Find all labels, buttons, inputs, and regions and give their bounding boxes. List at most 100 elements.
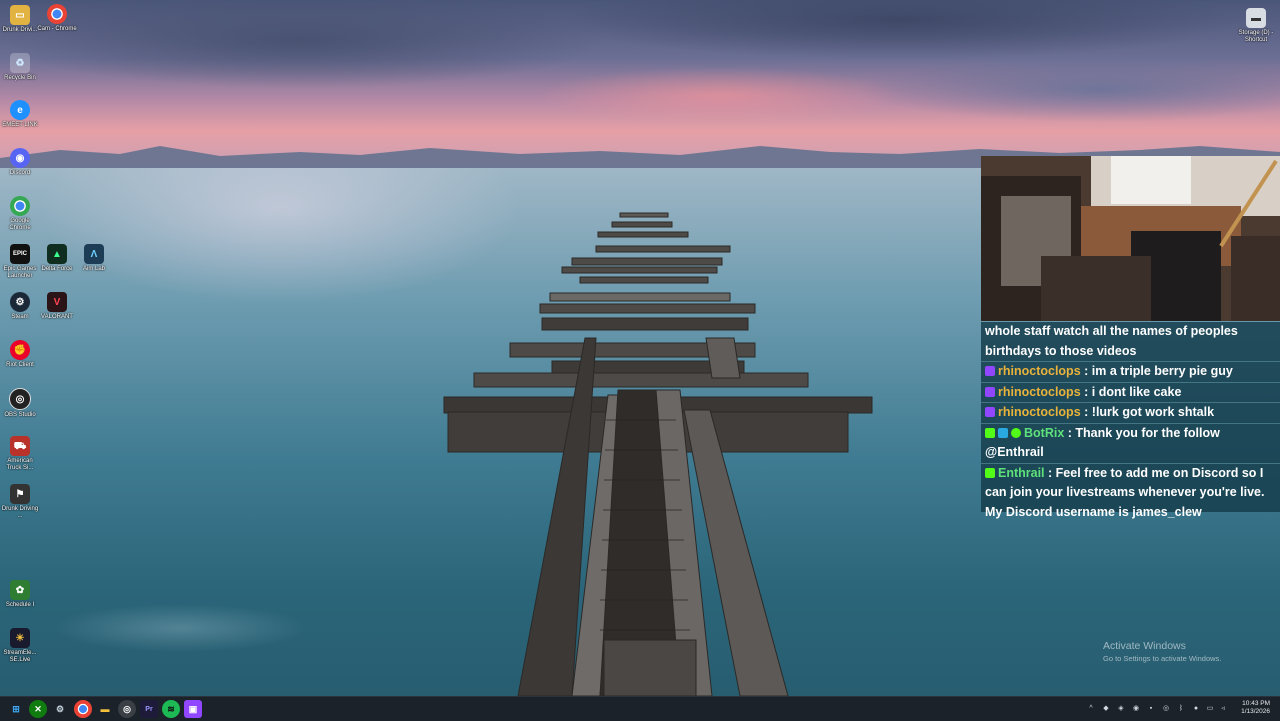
tray-app-icon[interactable]: ◎ [1162, 705, 1170, 713]
chat-message: rhinoctoclops : im a triple berry pie gu… [981, 362, 1280, 383]
desktop-icon-epic-games[interactable]: EPIC Epic Games Launcher [0, 244, 40, 280]
desktop-icon-riot-client[interactable]: ✊ Riot Client [0, 340, 40, 369]
recycle-bin-icon: ♻ [10, 53, 30, 73]
desktop-icon-label: OBS Studio [4, 412, 36, 418]
desktop-icon-label: Recycle Bin [4, 75, 36, 81]
desktop-icon-american-truck[interactable]: ⛟ American Truck Si... [0, 436, 40, 472]
twitch-icon [985, 386, 995, 397]
desktop-icon-schedule-i[interactable]: ✿ Schedule I [0, 580, 40, 609]
kick-icon [985, 427, 995, 438]
desktop-icon-streamelements[interactable]: ☀ StreamEle... SE.Live [0, 628, 40, 664]
spotify-icon[interactable]: ≋ [162, 700, 180, 718]
premiere-pro-icon[interactable]: Pr [140, 700, 158, 718]
desktop-icon-label: Google Chrome [9, 218, 31, 231]
valorant-icon: V [47, 292, 67, 312]
truck-icon: ⛟ [10, 436, 30, 456]
desktop-icon-aim-lab[interactable]: Λ Aim Lab [74, 244, 114, 273]
chat-message-text: : i dont like cake [1084, 384, 1182, 399]
xbox-icon[interactable]: ✕ [29, 700, 47, 718]
chat-username: rhinoctoclops [998, 364, 1081, 378]
volume-icon[interactable]: ◃ [1219, 705, 1227, 713]
chrome-icon [10, 196, 30, 216]
file-explorer-icon[interactable]: ▬ [96, 700, 114, 718]
chat-message: rhinoctoclops : !lurk got work shtalk [981, 403, 1280, 424]
emeet-icon: e [10, 100, 30, 120]
twitch-icon[interactable]: ▣ [184, 700, 202, 718]
chrome-icon[interactable] [74, 700, 92, 718]
twitch-icon [985, 366, 995, 376]
chat-username: BotRix [1024, 425, 1065, 440]
chat-message: rhinoctoclops : i dont like cake [981, 383, 1280, 403]
network-icon[interactable]: ▭ [1206, 705, 1214, 713]
chat-message: BotRix : Thank you for the follow @Enthr… [981, 424, 1280, 464]
chat-username: Enthrail [998, 465, 1045, 480]
desktop-icon-label: Steam [11, 314, 29, 320]
desktop-icon-google-chrome[interactable]: Google Chrome [0, 196, 40, 232]
desktop-icon-label: Riot Client [6, 362, 34, 368]
desktop-icon-label: Epic Games Launcher [3, 266, 37, 279]
desktop-icon-label: Schedule I [5, 602, 35, 608]
desktop-icon-delta-force[interactable]: ▲ Delta Force [37, 244, 77, 273]
desktop-icon-steam[interactable]: ⚙ Steam [0, 292, 40, 321]
tray-app-icon[interactable]: ▪ [1147, 705, 1155, 713]
desktop-icon-label: Storage (D) - Shortcut [1238, 30, 1274, 43]
desktop-icon-drunk-driving[interactable]: ⚑ Drunk Driving ... [0, 484, 40, 520]
desktop-icon-storage-shortcut[interactable]: ▬ Storage (D) - Shortcut [1236, 8, 1276, 44]
steam-icon[interactable]: ⚙ [51, 700, 69, 718]
desktop-icon-label: StreamEle... SE.Live [3, 650, 37, 663]
desktop-icon-label: Drunk Driving ... [1, 506, 39, 519]
desktop-icon-label: Delta Force [41, 266, 73, 272]
tray-app-icon[interactable]: ◉ [1132, 705, 1140, 713]
desktop-icon-cam-chrome[interactable]: Cam - Chrome [37, 4, 77, 33]
desktop-icon-label: Drunk Drivi... [2, 27, 38, 33]
chat-message-text: : !lurk got work shtalk [1084, 405, 1215, 419]
desktop-icon-label: EMEET LINK [2, 122, 38, 128]
folder-icon: ▭ [10, 5, 30, 25]
drunk-driving-icon: ⚑ [10, 484, 30, 504]
schedule-i-icon: ✿ [10, 580, 30, 600]
desktop-icon-label: Discord [9, 170, 31, 176]
drive-icon: ▬ [1246, 8, 1266, 28]
windows-start-icon[interactable]: ⊞ [7, 700, 25, 718]
steam-icon: ⚙ [10, 292, 30, 312]
bluetooth-icon[interactable]: ᛒ [1177, 705, 1185, 713]
show-hidden-icons-chevron-icon[interactable]: ^ [1087, 705, 1095, 713]
desktop-icon-valorant[interactable]: V VALORANT [37, 292, 77, 321]
clock-time: 10:43 PM [1242, 700, 1270, 707]
streamelements-icon: ☀ [10, 628, 30, 648]
taskbar: ⊞ ✕ ⚙ ▬ ◎ Pr ≋ ▣ ^ ◆ ◈ ◉ ▪ ◎ ᛒ ● ▭ ◃ 10:… [0, 696, 1280, 721]
twitch-icon [985, 407, 995, 417]
activate-windows-title: Activate Windows [1103, 640, 1186, 652]
verified-icon [1011, 427, 1021, 438]
desktop-icon-label: VALORANT [41, 314, 73, 320]
desktop-icon-label: Cam - Chrome [37, 26, 77, 32]
tray-app-icon[interactable]: ◆ [1102, 705, 1110, 713]
chat-message: Enthrail : Feel free to add me on Discor… [981, 464, 1280, 523]
kick-icon [985, 467, 995, 478]
desktop-icon-emeet-link[interactable]: e EMEET LINK [0, 100, 40, 129]
clock-date: 1/13/2026 [1241, 708, 1270, 715]
chat-message-text: whole staff watch all the names of peopl… [985, 324, 1238, 358]
discord-icon: ◉ [10, 148, 30, 168]
tray-app-icon[interactable]: ● [1192, 705, 1200, 713]
system-clock[interactable]: 10:43 PM 1/13/2026 [1241, 700, 1270, 716]
riot-client-icon: ✊ [10, 340, 30, 360]
desktop-icon-drunk-drivers[interactable]: ▭ Drunk Drivi... [0, 5, 40, 34]
chat-message-text: : im a triple berry pie guy [1084, 364, 1233, 378]
desktop-icon-recycle-bin[interactable]: ♻ Recycle Bin [0, 53, 40, 82]
delta-force-icon: ▲ [47, 244, 67, 264]
obs-icon: ◎ [9, 388, 31, 410]
desktop-icon-label: American Truck Si... [6, 458, 34, 471]
activate-windows-subtitle: Go to Settings to activate Windows. [1103, 654, 1222, 663]
stream-chat-overlay: whole staff watch all the names of peopl… [981, 322, 1280, 519]
obs-icon[interactable]: ◎ [118, 700, 136, 718]
chat-username: rhinoctoclops [998, 384, 1081, 399]
chrome-icon [47, 4, 67, 24]
chat-username: rhinoctoclops [998, 405, 1081, 419]
activate-windows-watermark: Activate Windows Go to Settings to activ… [1103, 640, 1221, 663]
chat-message: whole staff watch all the names of peopl… [981, 322, 1280, 362]
desktop-icon-discord[interactable]: ◉ Discord [0, 148, 40, 177]
webcam-feed [981, 156, 1280, 321]
desktop-icon-obs-studio[interactable]: ◎ OBS Studio [0, 388, 40, 419]
tray-app-icon[interactable]: ◈ [1117, 705, 1125, 713]
